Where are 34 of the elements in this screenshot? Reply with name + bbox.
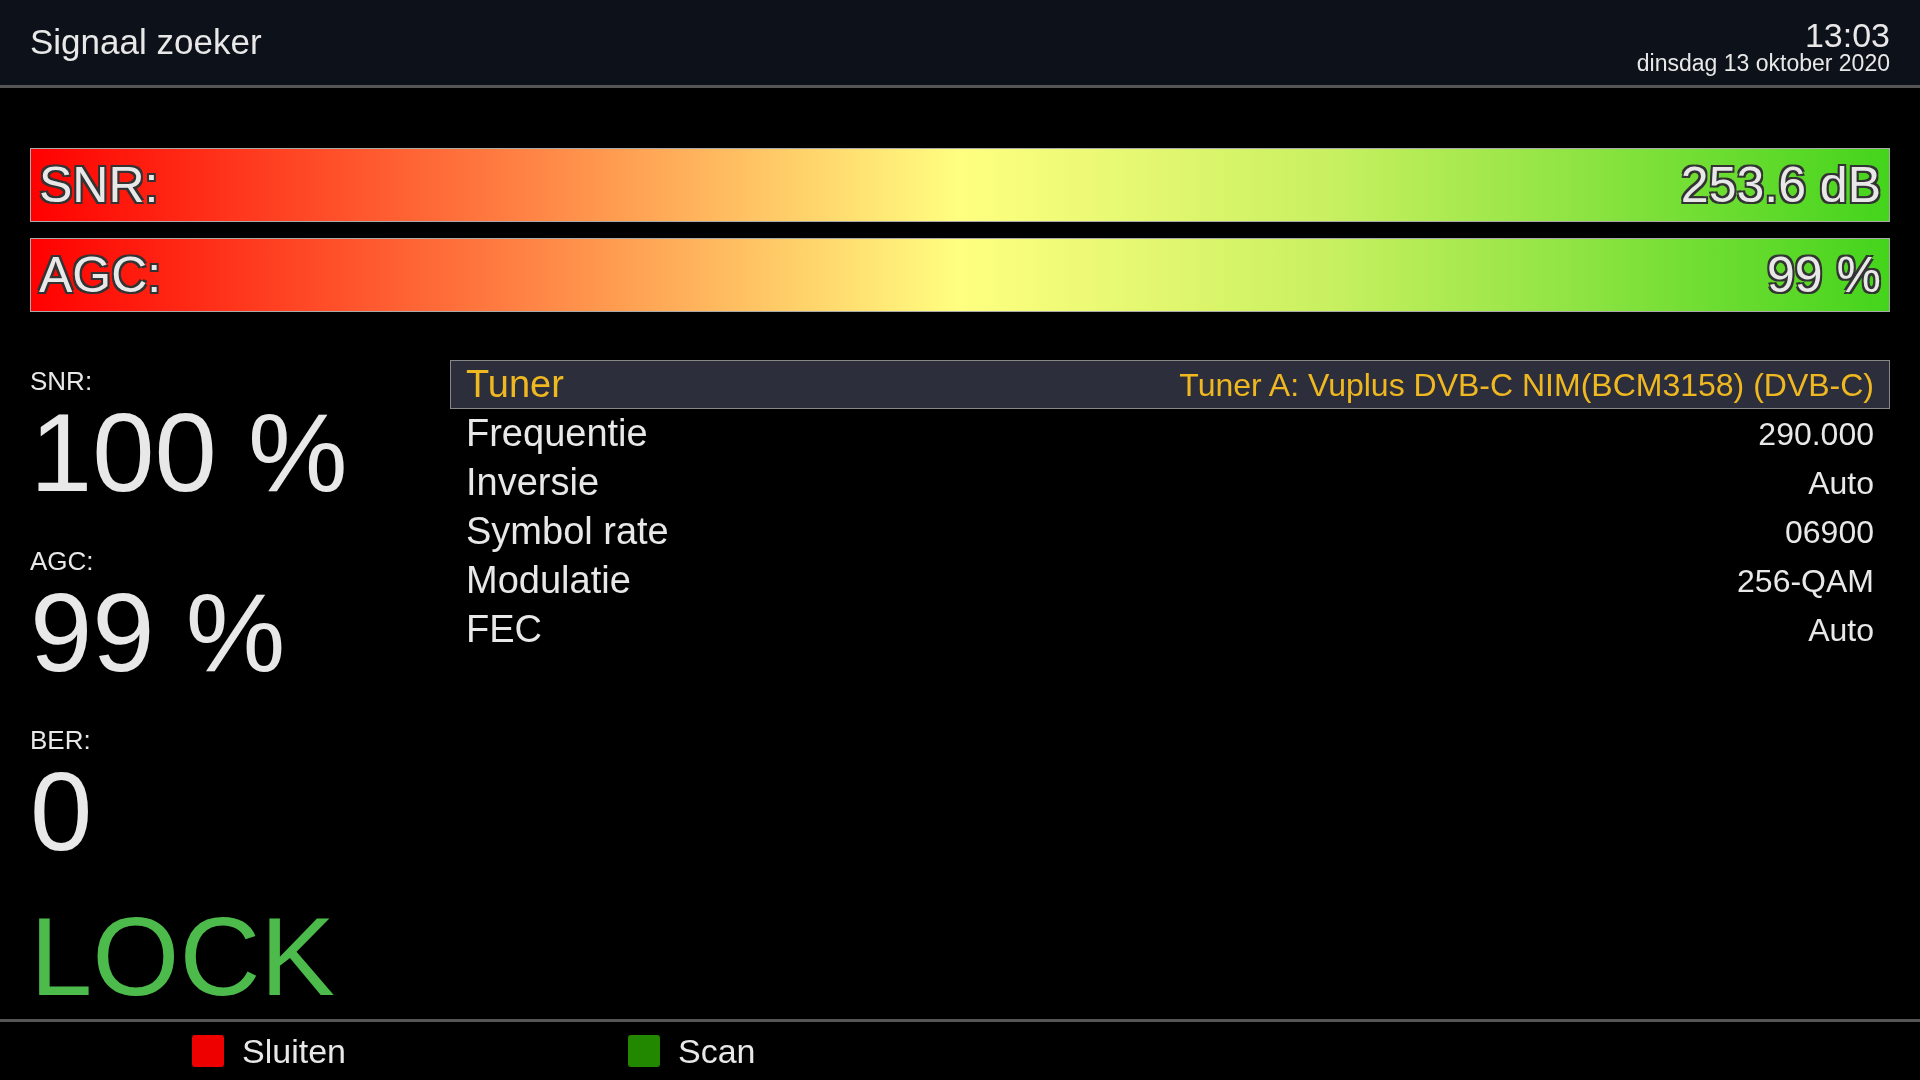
- detail-label: Frequentie: [466, 411, 648, 456]
- stat-label: SNR:: [30, 368, 94, 394]
- detail-row[interactable]: Tuner Tuner A: Vuplus DVB-C NIM(BCM3158) (DVB-C): [450, 360, 1890, 409]
- detail-label: FEC: [466, 607, 542, 652]
- screen-title: Signaal zoeker: [30, 21, 262, 64]
- detail-value: Auto: [1808, 463, 1874, 503]
- stat-value: 100 %: [30, 394, 349, 512]
- detail-row[interactable]: FEC Auto: [450, 605, 1890, 654]
- detail-row[interactable]: Frequentie 290.000: [450, 409, 1890, 458]
- detail-value: Auto: [1808, 610, 1874, 650]
- detail-row[interactable]: Inversie Auto: [450, 458, 1890, 507]
- clock-time: 13:03: [1804, 18, 1890, 52]
- stat-value: 0: [30, 753, 94, 871]
- detail-value: Tuner A: Vuplus DVB-C NIM(BCM3158) (DVB-C): [1179, 365, 1874, 405]
- stat-label: AGC:: [30, 547, 95, 574]
- detail-label: Symbol rate: [466, 509, 669, 554]
- stat-label: BER:: [30, 727, 92, 754]
- detail-value: 256-QAM: [1737, 561, 1874, 601]
- meter-label: SNR:: [39, 160, 159, 210]
- key-label: Sluiten: [242, 1030, 346, 1072]
- meter-reading: 253.6 dB: [1680, 160, 1881, 210]
- date-text: dinsdag 13 oktober 2020: [1636, 52, 1890, 75]
- key-label: Scan: [678, 1030, 756, 1072]
- meter-label: AGC:: [39, 250, 162, 300]
- detail-row[interactable]: Symbol rate 06900: [450, 507, 1890, 556]
- meter-reading: 99 %: [1767, 250, 1881, 300]
- detail-value: 290.000: [1758, 414, 1874, 454]
- detail-label: Inversie: [466, 460, 600, 505]
- lock-status: LOCK: [30, 900, 336, 1013]
- detail-label: Tuner: [466, 362, 564, 407]
- stat-value: 99 %: [30, 573, 287, 692]
- detail-value: 06900: [1785, 512, 1874, 552]
- detail-label: Modulatie: [466, 558, 631, 603]
- detail-row[interactable]: Modulatie 256-QAM: [450, 556, 1890, 605]
